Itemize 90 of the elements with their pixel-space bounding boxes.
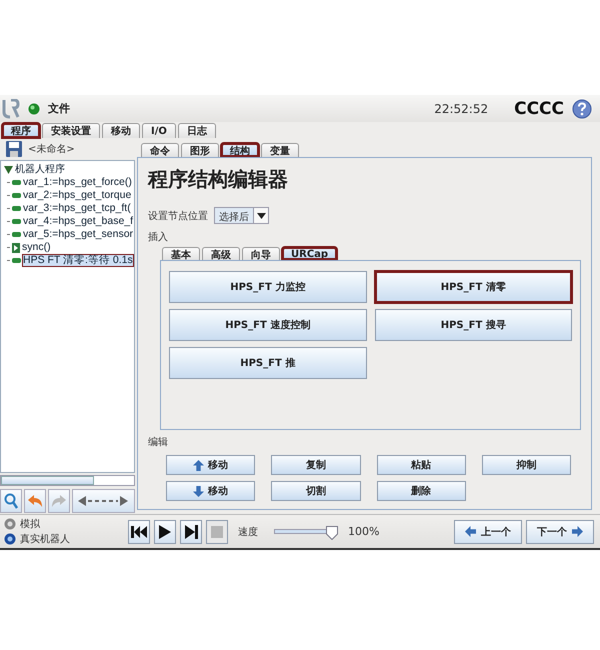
- arrow-icon: [465, 526, 476, 537]
- speed-label: 速度: [238, 526, 258, 538]
- edit-button[interactable]: 复制: [271, 455, 360, 475]
- mode-label: 模拟: [20, 518, 40, 531]
- step-icon: [184, 524, 198, 538]
- editor-tab[interactable]: 变量: [261, 143, 299, 157]
- rewind-icon: [131, 526, 147, 538]
- radio-icon[interactable]: [4, 533, 16, 545]
- robot-name: CCCC: [514, 98, 564, 118]
- bar-icon: [12, 180, 21, 185]
- stop-icon: [211, 526, 223, 538]
- editor-tab[interactable]: 命令: [141, 143, 179, 157]
- previous-button[interactable]: 上一个: [454, 520, 522, 544]
- tree-item[interactable]: HPS FT 清零:等待 0.1s: [23, 255, 133, 266]
- undo-icon: [26, 494, 43, 508]
- tree-item[interactable]: var_4:=hps_get_base_f: [23, 216, 134, 227]
- save-icon[interactable]: [6, 141, 22, 157]
- insert-tab[interactable]: 向导: [242, 247, 280, 260]
- edit-button[interactable]: 粘贴: [376, 455, 466, 475]
- undo-button[interactable]: [24, 489, 46, 513]
- insert-label: 插入: [148, 230, 169, 244]
- speed-reading: 100%: [348, 525, 380, 538]
- edit-button[interactable]: 删除: [376, 481, 466, 501]
- arrow-icon: [193, 460, 204, 470]
- position-dropdown[interactable]: 选择后: [214, 207, 269, 224]
- edit-button[interactable]: 抑制: [482, 455, 571, 475]
- edit-label: 编辑: [148, 436, 169, 449]
- tree-line: [7, 195, 10, 196]
- editor-tab[interactable]: 结构: [221, 143, 259, 157]
- insert-button[interactable]: HPS_FT 推: [169, 347, 366, 379]
- arrow-icon: [572, 526, 583, 537]
- double-arrow-icon: [78, 496, 128, 506]
- search-button[interactable]: [0, 489, 22, 513]
- edit-button[interactable]: 切割: [271, 481, 360, 501]
- main-tab[interactable]: 安装设置: [42, 123, 100, 138]
- redo-icon: [50, 494, 67, 508]
- caret-icon: [256, 212, 266, 218]
- node-icon: [12, 242, 20, 252]
- edit-button[interactable]: 移动: [166, 481, 256, 501]
- program-name: <未命名>: [28, 142, 75, 156]
- mode-label: 真实机器人: [20, 532, 70, 546]
- edit-button[interactable]: 移动: [166, 455, 256, 475]
- tree-item[interactable]: var_3:=hps_get_tcp_ft(: [23, 203, 131, 214]
- file-menu[interactable]: 文件: [48, 101, 70, 116]
- insert-tab[interactable]: URCap: [282, 247, 338, 260]
- tree-item[interactable]: var_1:=hps_get_force(): [23, 177, 132, 188]
- tree-line: [7, 208, 10, 209]
- rewind-button[interactable]: [128, 520, 150, 544]
- main-tab[interactable]: 日志: [178, 123, 216, 138]
- tree-item[interactable]: 机器人程序: [15, 164, 65, 175]
- bar-icon: [12, 193, 21, 198]
- logo-icon: [2, 98, 20, 118]
- bar-icon: [12, 232, 21, 237]
- main-tab[interactable]: 程序: [2, 123, 40, 138]
- slider-thumb[interactable]: [326, 524, 338, 538]
- status-icon: [28, 102, 40, 114]
- play-icon: [159, 524, 171, 538]
- position-label: 设置节点位置: [148, 210, 208, 222]
- bar-icon: [12, 219, 21, 224]
- tree-item[interactable]: var_2:=hps_get_torque: [23, 190, 132, 201]
- clock-time: 22:52:52: [434, 102, 488, 116]
- editor-tab[interactable]: 图形: [181, 143, 219, 157]
- bar-icon: [12, 258, 21, 263]
- tree-line: [7, 221, 10, 222]
- arrows-button[interactable]: [72, 489, 136, 513]
- scrollbar[interactable]: [0, 475, 135, 486]
- main-tab[interactable]: 移动: [102, 123, 140, 138]
- insert-button[interactable]: HPS_FT 力监控: [169, 271, 366, 303]
- tree-item[interactable]: var_5:=hps_get_sensor: [23, 229, 134, 240]
- play-button[interactable]: [154, 520, 176, 544]
- arrow-icon: [193, 486, 204, 496]
- tree-item[interactable]: sync(): [22, 242, 51, 253]
- insert-tab[interactable]: 高级: [202, 247, 240, 260]
- main-tab[interactable]: I/O: [142, 123, 176, 138]
- radio-icon[interactable]: [4, 518, 16, 530]
- step-button[interactable]: [180, 520, 202, 544]
- bar-icon: [12, 206, 21, 211]
- tree-line: [7, 260, 10, 261]
- tree-line: [7, 247, 10, 248]
- insert-tab[interactable]: 基本: [162, 247, 200, 260]
- help-icon[interactable]: [572, 98, 592, 118]
- tree-line: [7, 234, 10, 235]
- search-icon: [4, 493, 18, 509]
- triangle-icon[interactable]: [4, 166, 13, 174]
- next-button[interactable]: 下一个: [526, 520, 594, 544]
- tree-line: [7, 182, 10, 183]
- editor-title: 程序结构编辑器: [148, 166, 289, 193]
- insert-button[interactable]: HPS_FT 清零: [374, 271, 572, 303]
- insert-button[interactable]: HPS_FT 速度控制: [169, 309, 366, 341]
- insert-button[interactable]: HPS_FT 搜寻: [374, 309, 572, 341]
